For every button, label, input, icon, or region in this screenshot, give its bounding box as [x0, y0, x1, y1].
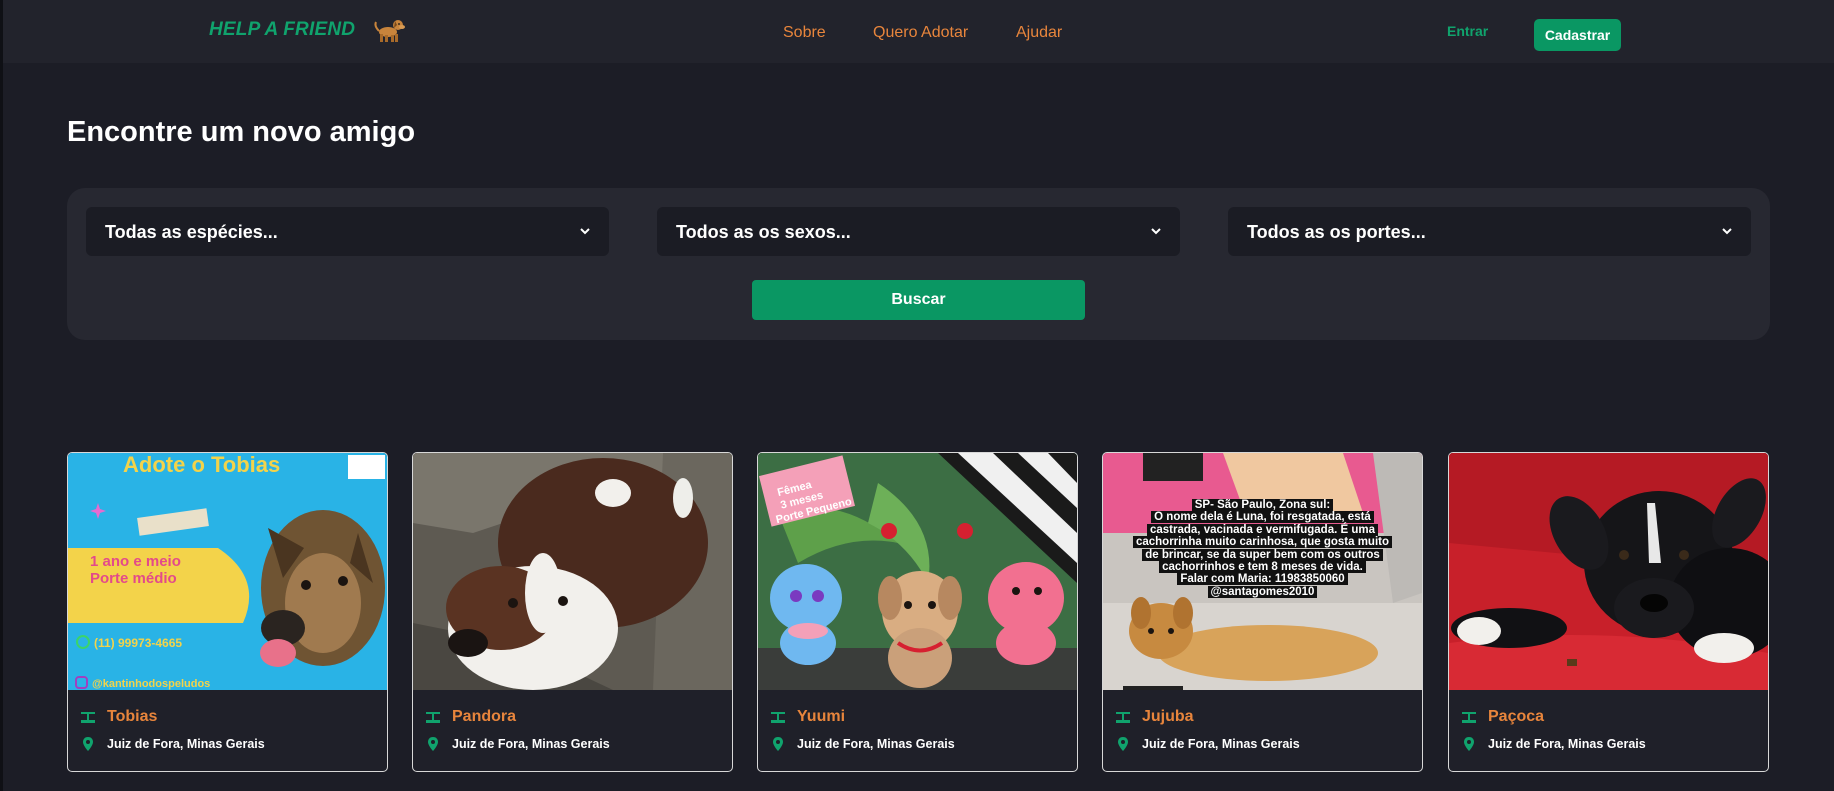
map-pin-icon — [428, 737, 438, 751]
pet-location: Juiz de Fora, Minas Gerais — [107, 737, 265, 751]
sex-select-value: Todos as os sexos... — [676, 222, 851, 242]
scale-icon — [771, 712, 785, 723]
window-edge — [0, 0, 3, 791]
nav-link-quero-adotar[interactable]: Quero Adotar — [873, 24, 968, 42]
photo-instagram: @kantinhodospeludos — [92, 678, 210, 690]
pet-card-pacoca[interactable]: Paçoca Juiz de Fora, Minas Gerais — [1448, 452, 1769, 772]
map-pin-icon — [1464, 737, 1474, 751]
scale-icon — [426, 712, 440, 723]
map-pin-icon — [83, 737, 93, 751]
pet-card-yuumi[interactable]: Fêmea 3 meses Porte Pequeno Yuumi Juiz d… — [757, 452, 1078, 772]
photo-phone: (11) 99973-4665 — [94, 636, 182, 650]
pet-location: Juiz de Fora, Minas Gerais — [797, 737, 955, 751]
scale-icon — [1116, 712, 1130, 723]
photo-age: 1 ano e meio — [90, 553, 181, 570]
photo-headline: Adote o Tobias — [123, 453, 280, 477]
scale-icon — [1462, 712, 1476, 723]
pet-card-pandora[interactable]: Pandora Juiz de Fora, Minas Gerais — [412, 452, 733, 772]
sex-select[interactable]: Todos as os sexos... — [657, 207, 1180, 256]
dog-icon — [374, 20, 405, 42]
pet-location: Juiz de Fora, Minas Gerais — [1142, 737, 1300, 751]
size-select-value: Todos as os portes... — [1247, 222, 1426, 242]
pet-name: Tobias — [107, 708, 158, 725]
signup-button[interactable]: Cadastrar — [1534, 19, 1621, 51]
top-navbar: HELP A FRIEND Sobre Quero Adotar Ajudar … — [3, 0, 1834, 63]
pet-name: Jujuba — [1142, 708, 1194, 725]
chevron-down-icon — [1151, 228, 1161, 235]
search-button[interactable]: Buscar — [752, 280, 1085, 320]
photo-caption: SP- São Paulo, Zona sul: O nome dela é L… — [1109, 499, 1416, 598]
chevron-down-icon — [580, 228, 590, 235]
pet-location: Juiz de Fora, Minas Gerais — [452, 737, 610, 751]
photo-size: Porte médio — [90, 570, 177, 587]
pet-name: Paçoca — [1488, 708, 1545, 725]
pet-photo: SP- São Paulo, Zona sul: O nome dela é L… — [1103, 453, 1422, 690]
size-select[interactable]: Todos as os portes... — [1228, 207, 1751, 256]
pet-name: Pandora — [452, 708, 517, 725]
site-logo[interactable]: HELP A FRIEND — [209, 19, 355, 41]
chevron-down-icon — [1722, 228, 1732, 235]
login-link[interactable]: Entrar — [1447, 23, 1488, 39]
pet-photo — [413, 453, 732, 690]
pet-name: Yuumi — [797, 708, 846, 725]
scale-icon — [81, 712, 95, 723]
species-select-value: Todas as espécies... — [105, 222, 278, 242]
pet-location: Juiz de Fora, Minas Gerais — [1488, 737, 1646, 751]
page-title: Encontre um novo amigo — [67, 116, 416, 148]
pet-photo — [1449, 453, 1768, 690]
pet-card-jujuba[interactable]: SP- São Paulo, Zona sul: O nome dela é L… — [1102, 452, 1423, 772]
pet-photo: Adote o Tobias 1 ano e meio Porte médio … — [68, 453, 387, 690]
search-filters-panel: Todas as espécies... Todos as os sexos..… — [67, 188, 1770, 340]
map-pin-icon — [773, 737, 783, 751]
species-select[interactable]: Todas as espécies... — [86, 207, 609, 256]
nav-link-sobre[interactable]: Sobre — [783, 24, 826, 42]
pet-photo: Fêmea 3 meses Porte Pequeno — [758, 453, 1077, 690]
nav-link-ajudar[interactable]: Ajudar — [1016, 24, 1062, 42]
map-pin-icon — [1118, 737, 1128, 751]
pet-card-tobias[interactable]: Adote o Tobias 1 ano e meio Porte médio … — [67, 452, 388, 772]
